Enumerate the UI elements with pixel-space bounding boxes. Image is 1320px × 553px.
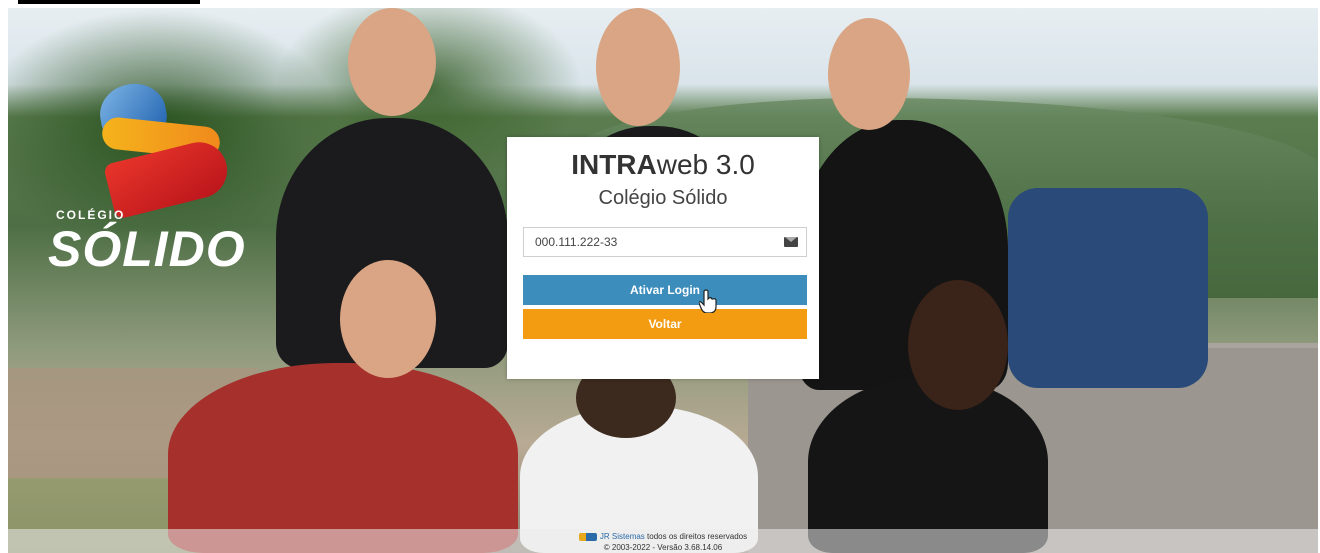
footer: JR Sistemas todos os direitos reservados…	[8, 529, 1318, 553]
footer-copyright-line: JR Sistemas todos os direitos reservados	[8, 532, 1318, 541]
student-head	[340, 260, 436, 378]
app-title: INTRAweb 3.0	[507, 149, 819, 181]
username-field[interactable]	[523, 227, 807, 257]
company-link[interactable]: JR Sistemas	[600, 532, 645, 541]
username-input[interactable]	[524, 228, 774, 256]
hand-pointer-icon	[699, 289, 717, 313]
student-head	[828, 18, 910, 130]
student-front-right	[808, 378, 1048, 553]
app-title-bold: INTRA	[571, 149, 657, 180]
app-title-rest: web 3.0	[656, 149, 755, 180]
student-hair	[908, 280, 1008, 410]
school-name: Colégio Sólido	[598, 187, 728, 209]
envelope-icon	[784, 237, 798, 247]
student-front-left	[168, 363, 518, 553]
student-head	[348, 8, 436, 116]
back-button[interactable]: Voltar	[523, 309, 807, 339]
colegio-solido-logo: COLÉGIO SÓLIDO	[42, 78, 245, 277]
activate-login-button[interactable]: Ativar Login	[523, 275, 807, 305]
rights-text: todos os direitos reservados	[644, 532, 748, 541]
logo-big-text: SÓLIDO	[48, 221, 246, 277]
student-jeans	[1008, 188, 1208, 388]
login-card: INTRAweb 3.0 Colégio Sólido Ativar Login…	[507, 137, 819, 379]
student-head	[596, 8, 680, 126]
jr-sistemas-icon	[578, 532, 597, 541]
version-text: © 2003-2022 - Versão 3.68.14.06	[603, 543, 723, 552]
top-underline	[18, 0, 200, 4]
